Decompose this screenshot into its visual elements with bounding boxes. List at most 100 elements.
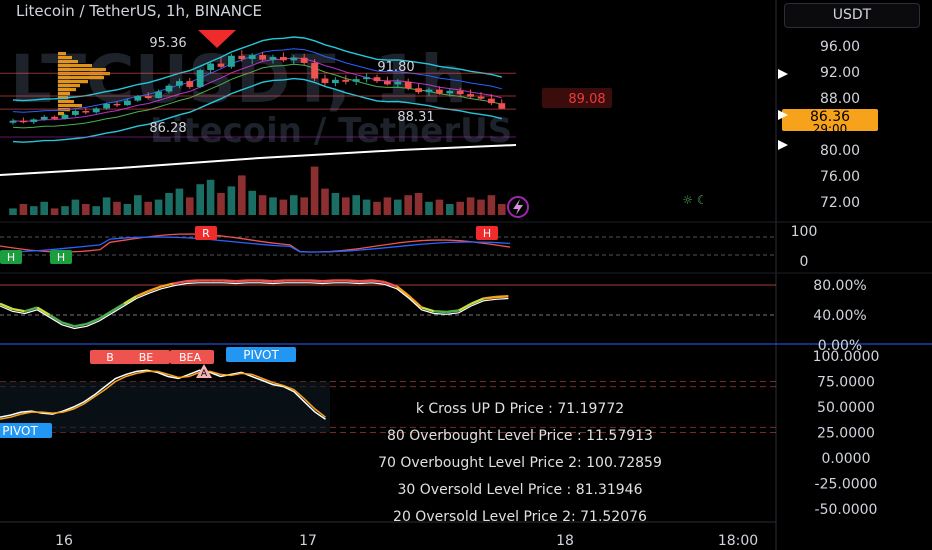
- volume-bar: [227, 186, 236, 215]
- stoch-marker-label: B: [106, 351, 114, 364]
- osc1-marker-label: H: [57, 251, 65, 264]
- volume-bar: [144, 201, 152, 215]
- candle-body: [456, 90, 464, 95]
- volume-profile-bar: [58, 84, 80, 88]
- candle-body: [352, 79, 360, 82]
- volume-bar: [446, 204, 454, 215]
- volume-bar: [134, 195, 142, 215]
- osc2-segment: [483, 295, 497, 300]
- volume-bar: [30, 206, 38, 215]
- candle-body: [300, 57, 308, 63]
- volume-bar: [352, 195, 360, 215]
- osc2-segment: [446, 309, 459, 314]
- osc2-segment: [408, 295, 423, 309]
- volume-profile-bar: [58, 52, 66, 56]
- osc2-segment: [495, 295, 509, 299]
- volume-bar: [186, 197, 194, 215]
- candle-body: [488, 98, 495, 104]
- osc2-signal-line: [0, 282, 509, 330]
- candle-body: [269, 57, 277, 60]
- osc1-tick: 100: [791, 224, 818, 240]
- price-tick: 92.00: [820, 65, 860, 81]
- candle-body: [113, 103, 121, 106]
- volume-bar: [404, 195, 412, 215]
- candle-body: [384, 81, 391, 85]
- volume-bar: [300, 197, 308, 215]
- candle-body: [373, 77, 381, 82]
- label-level-a: 91.80: [377, 60, 414, 75]
- volume-bar: [50, 208, 59, 215]
- osc2-segment: [433, 310, 447, 314]
- candle-body: [20, 120, 27, 123]
- candle-body: [165, 85, 173, 92]
- stoch-tick: 75.0000: [817, 375, 875, 391]
- candle-body: [436, 89, 443, 94]
- lightning-glyph: [513, 199, 523, 215]
- volume-bar: [321, 188, 329, 215]
- volume-profile-bar: [58, 92, 70, 96]
- candle-body: [446, 90, 454, 94]
- osc1-blue-line: [0, 236, 511, 253]
- info-row-overbought-70: 70 Overbought Level Price 2: 100.72859: [378, 455, 662, 471]
- currency-button[interactable]: USDT: [784, 3, 920, 28]
- volume-bar: [248, 190, 256, 215]
- volume-bar: [477, 199, 485, 215]
- volume-bar: [466, 197, 475, 215]
- candle-body: [477, 96, 485, 99]
- volume-profile-bar: [58, 56, 72, 60]
- pivot-label-left: PIVOT: [2, 424, 38, 438]
- candle-body: [124, 100, 131, 106]
- watermark-name: Litecoin / TetherUS: [150, 111, 512, 151]
- candle-body: [9, 120, 17, 123]
- osc2-segment: [223, 279, 236, 283]
- time-tick: 18: [556, 533, 574, 549]
- price-tick: 88.00: [820, 91, 860, 107]
- candle-body: [259, 55, 266, 60]
- volume-bar: [425, 201, 433, 215]
- osc1-marker-label: R: [202, 227, 210, 240]
- volume-bar: [123, 204, 132, 215]
- price-tick: 96.00: [820, 39, 860, 55]
- stoch-marker-label: BEA: [179, 351, 201, 364]
- candle-body: [196, 70, 204, 87]
- volume-bar: [362, 199, 371, 215]
- volume-profile-bar: [58, 64, 92, 68]
- pivot-label: PIVOT: [243, 348, 279, 362]
- candle-body: [134, 96, 142, 101]
- label-high: 95.36: [149, 36, 186, 51]
- candle-body: [82, 111, 90, 113]
- candle-body: [228, 55, 235, 67]
- info-row-k-cross: k Cross UP D Price : 71.19772: [415, 401, 625, 417]
- volume-bar: [92, 206, 100, 215]
- candle-body: [394, 81, 402, 85]
- candle-body: [415, 88, 422, 93]
- candle-body: [30, 119, 38, 123]
- candle-body: [425, 89, 433, 93]
- osc2-segment: [347, 279, 360, 283]
- volume-bar: [373, 201, 381, 215]
- candle-body: [51, 116, 58, 119]
- candle-body: [72, 111, 79, 115]
- info-row-oversold-20: 20 Oversold Level Price 2: 71.52076: [393, 509, 647, 525]
- time-tick: 18:00: [718, 533, 758, 549]
- volume-bar: [456, 201, 464, 215]
- candle-body: [498, 103, 506, 109]
- candle-body: [280, 57, 287, 61]
- candle-body: [238, 55, 246, 59]
- candle-body: [176, 81, 183, 86]
- volume-bar: [206, 179, 215, 215]
- volume-bar: [258, 195, 267, 215]
- candle-body: [207, 63, 214, 71]
- volume-bar: [71, 199, 80, 215]
- volume-bar: [269, 197, 277, 215]
- volume-bar: [19, 204, 28, 215]
- candle-body: [103, 103, 110, 109]
- volume-profile-bar: [58, 68, 106, 72]
- volume-bar: [414, 193, 423, 215]
- volume-bar: [82, 204, 90, 215]
- stoch-tick: 50.0000: [817, 400, 875, 416]
- osc2-segment: [322, 279, 335, 283]
- osc1-marker-label: H: [7, 251, 15, 264]
- volume-bar: [238, 175, 246, 215]
- stoch-tick: 25.0000: [817, 425, 875, 441]
